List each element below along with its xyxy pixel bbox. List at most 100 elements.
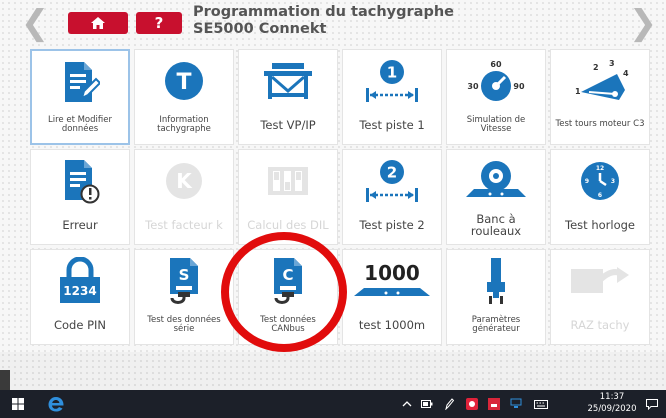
tile-label: Test tours moteur C3 [555, 119, 645, 130]
screen-edge [0, 370, 10, 390]
serial-data-icon: S [170, 258, 198, 304]
tile-test-1000m[interactable]: 1000 test 1000m [342, 249, 442, 345]
rpm-mark-2: 2 [593, 63, 599, 72]
keyboard-tray-button[interactable] [532, 390, 550, 418]
tile-k-factor-test[interactable]: K Test facteur k [134, 149, 234, 245]
home-icon [91, 17, 105, 29]
clock-3: 3 [611, 178, 615, 185]
network-tray-button[interactable] [508, 390, 524, 418]
highlight-circle-annotation [221, 232, 347, 352]
pen-icon [445, 398, 454, 410]
clock-icon: 12 3 6 9 [581, 162, 619, 200]
clock-9: 9 [585, 178, 589, 185]
pin-lock-icon: 1234 [60, 257, 100, 303]
track-test-1-icon: 1 [366, 60, 418, 102]
tile-label: Paramètres générateur [471, 314, 521, 334]
clock-date: 25/09/2020 [587, 404, 637, 414]
tile-engine-rpm-test[interactable]: 1 2 3 4 Test tours moteur C3 [550, 49, 650, 145]
track-number: 1 [387, 64, 397, 82]
help-button[interactable]: ? [136, 12, 182, 34]
screen-bottom-area [0, 352, 666, 390]
k-factor-icon: K [166, 163, 202, 199]
chevron-up-icon [402, 401, 412, 407]
tile-tachograph-information[interactable]: T Information tachygraphe [134, 49, 234, 145]
tile-label: RAZ tachy [570, 318, 630, 332]
gauge-top: 60 [490, 60, 502, 69]
distance-1000m-icon: 1000 [354, 261, 430, 296]
tile-label: Simulation de Vitesse [466, 114, 526, 134]
k-letter: K [176, 169, 193, 193]
generator-plug-icon [487, 258, 505, 304]
speedometer-icon: 60 30 90 [467, 60, 525, 101]
tachograph-info-icon: T [165, 62, 203, 100]
tile-test-track-2[interactable]: 2 Test piste 2 [342, 149, 442, 245]
rpm-mark-3: 3 [609, 59, 615, 68]
t-letter: T [176, 70, 191, 95]
security-tray-button[interactable] [486, 390, 502, 418]
taskbar-clock[interactable]: 11:37 25/09/2020 [582, 391, 642, 415]
tile-label: Banc à rouleaux [470, 212, 522, 238]
notifications-button[interactable] [642, 390, 662, 418]
tile-label: Erreur [62, 218, 98, 232]
tile-generator-settings[interactable]: Paramètres générateur [446, 249, 546, 345]
tile-label: Information tachygraphe [157, 114, 211, 134]
page-title: Programmation du tachygraphe SE5000 Conn… [193, 4, 553, 38]
rpm-mark-1: 1 [575, 87, 581, 96]
rpm-mark-4: 4 [623, 69, 629, 78]
tile-clock-test[interactable]: 12 3 6 9 Test horloge [550, 149, 650, 245]
reset-tachy-icon [571, 267, 629, 293]
gauge-left: 30 [467, 82, 479, 91]
tile-label: Test des données série [147, 314, 221, 334]
tile-error[interactable]: Erreur [30, 149, 130, 245]
keyboard-icon [534, 399, 548, 409]
pen-tray-button[interactable] [442, 390, 456, 418]
battery-tray-button[interactable] [420, 390, 434, 418]
edge-browser-icon [48, 397, 64, 412]
page-title-line1: Programmation du tachygraphe [193, 4, 454, 20]
battery-icon [421, 400, 433, 408]
page-title-line2: SE5000 Connekt [193, 21, 327, 37]
test-bench-icon [264, 63, 312, 99]
tile-read-modify-data[interactable]: Lire et Modifier données [30, 49, 130, 145]
track-number: 2 [387, 164, 397, 182]
dil-switch-icon [268, 167, 308, 195]
tile-reset-tachy[interactable]: RAZ tachy [550, 249, 650, 345]
red-app-tray-button[interactable] [464, 390, 480, 418]
tile-test-vp-ip[interactable]: Test VP/IP [238, 49, 338, 145]
edit-document-icon [65, 62, 100, 102]
tile-label: test 1000m [358, 318, 426, 332]
tile-dil-calculation[interactable]: Calcul des DIL [238, 149, 338, 245]
security-tray-icon [488, 398, 500, 410]
tile-test-track-1[interactable]: 1 Test piste 1 [342, 49, 442, 145]
track-test-2-icon: 2 [366, 160, 418, 202]
red-app-tray-icon [466, 398, 478, 410]
help-label: ? [154, 14, 164, 32]
next-page-chevron-icon[interactable]: ❯ [628, 6, 658, 40]
tile-serial-data-test[interactable]: S Test des données série [134, 249, 234, 345]
tile-label: Lire et Modifier données [48, 114, 112, 134]
notification-icon [646, 398, 658, 410]
tile-label: Test piste 1 [359, 118, 425, 132]
tile-pin-code[interactable]: 1234 Code PIN [30, 249, 130, 345]
previous-page-chevron-icon[interactable]: ❮ [20, 6, 50, 40]
edge-browser-button[interactable] [36, 390, 76, 418]
pin-code-text: 1234 [63, 284, 96, 298]
show-hidden-icons-button[interactable] [400, 390, 414, 418]
tile-label: Test facteur k [145, 218, 223, 232]
tile-label: Test horloge [565, 218, 635, 232]
home-button[interactable] [68, 12, 128, 34]
distance-text: 1000 [364, 261, 420, 285]
tile-label: Code PIN [53, 318, 107, 332]
roller-bench-icon [466, 161, 526, 197]
tile-speed-simulation[interactable]: 60 30 90 Simulation de Vitesse [446, 49, 546, 145]
gauge-right: 90 [513, 82, 525, 91]
start-button[interactable] [0, 390, 36, 418]
clock-6: 6 [598, 192, 602, 199]
tile-roller-bench[interactable]: Banc à rouleaux [446, 149, 546, 245]
error-document-icon [65, 160, 100, 204]
tile-label: Test VP/IP [260, 118, 316, 132]
tachograph-app-screen: ❮ ❯ ? Programmation du tachygraphe SE500… [0, 0, 666, 390]
serial-letter: S [179, 266, 190, 284]
windows-taskbar [0, 390, 666, 418]
clock-12: 12 [596, 165, 604, 172]
